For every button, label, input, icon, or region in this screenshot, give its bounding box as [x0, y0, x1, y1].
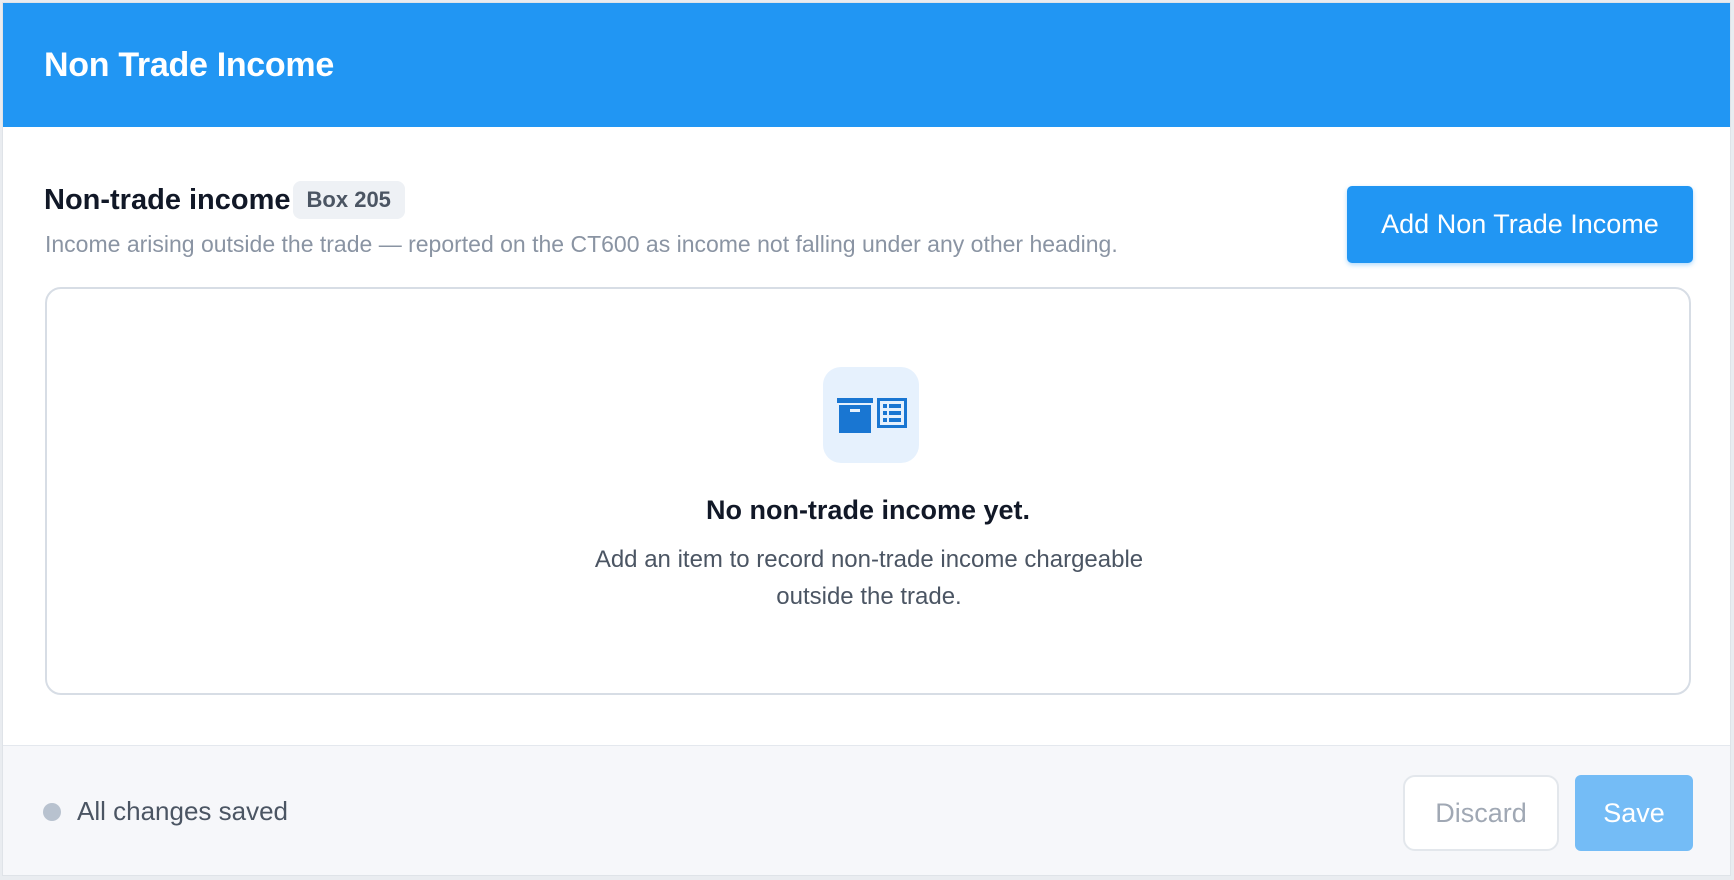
non-trade-income-panel: Non Trade Income Non-trade income Box 20…: [2, 2, 1731, 876]
discard-button[interactable]: Discard: [1403, 775, 1559, 851]
section-heading: Non-trade income Box 205: [44, 181, 405, 219]
save-status: All changes saved: [43, 796, 288, 827]
page-title: Non Trade Income: [44, 45, 334, 84]
empty-state-title: No non-trade income yet.: [705, 495, 1031, 525]
save-status-text: All changes saved: [77, 796, 289, 826]
empty-state-text: Add an item to record non-trade income c…: [594, 546, 1144, 610]
section-description: Income arising outside the trade — repor…: [45, 231, 1118, 257]
empty-state-card: No non-trade income yet. Add an item to …: [45, 287, 1691, 695]
save-button[interactable]: Save: [1575, 775, 1693, 851]
footer-bar: All changes saved Discard Save: [3, 745, 1730, 875]
panel-header: Non Trade Income: [3, 3, 1730, 127]
box-badge: Box 205: [292, 181, 405, 219]
add-non-trade-income-button[interactable]: Add Non Trade Income: [1347, 186, 1693, 263]
status-dot-icon: [43, 802, 61, 821]
archive-ledger-icon: [823, 367, 919, 463]
section-title: Non-trade income: [44, 183, 291, 216]
